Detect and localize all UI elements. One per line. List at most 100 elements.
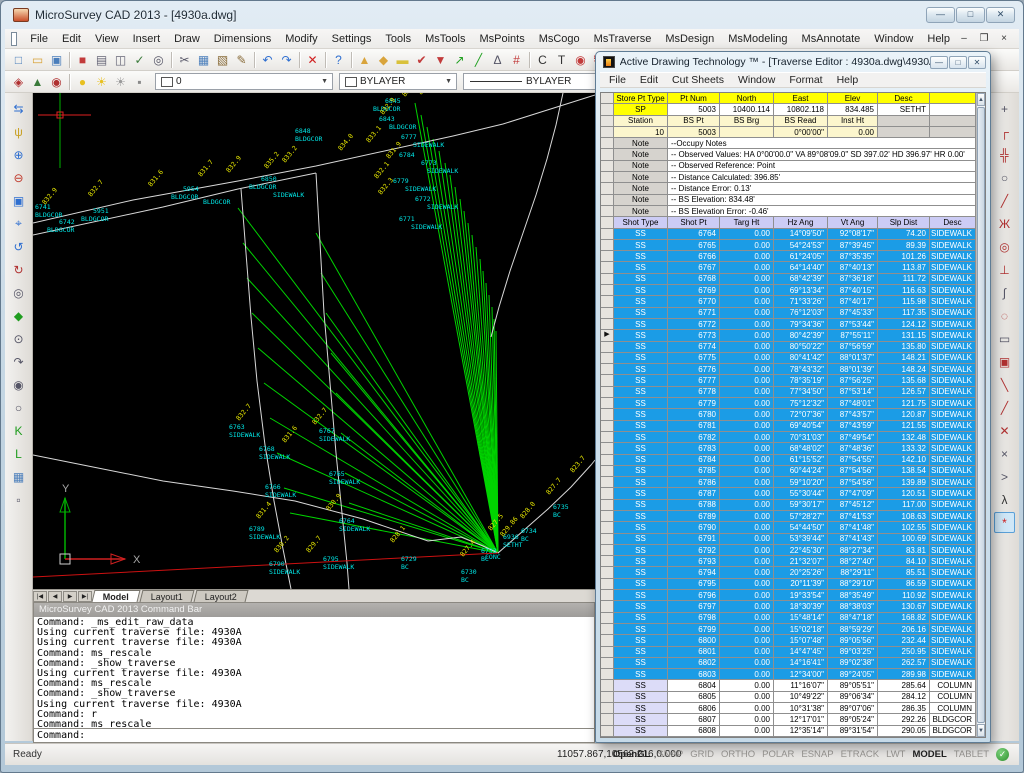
table-cell[interactable]: 6804 <box>668 680 720 691</box>
table-cell[interactable]: SS <box>614 477 668 488</box>
table-cell[interactable]: 88°29'10" <box>828 579 878 590</box>
table-cell[interactable]: SS <box>614 251 668 262</box>
table-cell[interactable]: Slp Dist <box>878 217 930 228</box>
erase-icon[interactable]: ✕ <box>303 50 322 69</box>
new-file-icon[interactable]: □ <box>9 50 28 69</box>
status-toggle-snap[interactable]: SNAP <box>657 749 683 760</box>
table-cell[interactable]: SS <box>614 613 668 624</box>
table-cell[interactable]: 10°49'22" <box>774 692 828 703</box>
ms-view-manager-icon[interactable]: ◈ <box>9 72 28 91</box>
table-cell[interactable]: 206.16 <box>878 624 930 635</box>
table-cell[interactable]: 6789 <box>668 511 720 522</box>
ms-store-point-icon[interactable]: ◆ <box>374 50 393 69</box>
ms-points-icon[interactable]: # <box>507 50 526 69</box>
pan-realtime-icon[interactable]: ⇆ <box>8 98 29 119</box>
table-cell[interactable]: 6806 <box>668 703 720 714</box>
table-cell[interactable]: 120.51 <box>878 488 930 499</box>
table-cell[interactable]: 20°11'39" <box>774 579 828 590</box>
table-cell[interactable]: 0.00 <box>720 500 774 511</box>
table-cell[interactable]: SS <box>614 443 668 454</box>
table-cell[interactable]: SIDEWALK <box>930 545 976 556</box>
row-selector[interactable] <box>601 104 614 115</box>
table-cell[interactable]: 121.55 <box>878 421 930 432</box>
table-cell[interactable]: 0.00 <box>720 443 774 454</box>
status-toggle-lwt[interactable]: LWT <box>886 749 905 760</box>
table-cell[interactable]: SIDEWALK <box>930 229 976 240</box>
table-cell[interactable]: SS <box>614 364 668 375</box>
ms-sideshot-icon[interactable]: ╱ <box>469 50 488 69</box>
camera-view-icon[interactable]: ⊙ <box>8 328 29 349</box>
table-cell[interactable]: SS <box>614 545 668 556</box>
note-text[interactable]: --Occupy Notes <box>668 138 976 149</box>
table-cell[interactable]: SIDEWALK <box>930 364 976 375</box>
table-cell[interactable]: 87°41'53" <box>828 511 878 522</box>
table-cell[interactable]: SIDEWALK <box>930 398 976 409</box>
table-cell[interactable]: 168.82 <box>878 613 930 624</box>
table-cell[interactable]: 87°55'11" <box>828 330 878 341</box>
table-cell[interactable]: 64°14'40" <box>774 262 828 273</box>
table-cell[interactable]: SS <box>614 342 668 353</box>
table-cell[interactable]: 6786 <box>668 477 720 488</box>
table-cell[interactable]: 87°54'56" <box>828 477 878 488</box>
table-cell[interactable]: 6778 <box>668 387 720 398</box>
table-cell[interactable]: 87°56'59" <box>828 342 878 353</box>
zoom-in-icon[interactable]: ⊕ <box>8 144 29 165</box>
traverse-minimize-button[interactable]: — <box>930 56 948 69</box>
table-cell[interactable]: 6780 <box>668 409 720 420</box>
table-cell[interactable]: SIDEWALK <box>930 432 976 443</box>
command-history[interactable]: Command: _ms_edit_raw_dataUsing current … <box>34 617 594 729</box>
table-cell[interactable]: 6764 <box>668 229 720 240</box>
table-grid-icon[interactable]: ▦ <box>8 466 29 487</box>
table-cell[interactable]: SIDEWALK <box>930 330 976 341</box>
table-cell[interactable]: Inst Ht <box>828 116 878 127</box>
note-text[interactable]: -- BS Elevation Error: -0.46' <box>668 206 976 217</box>
point-in-box-icon[interactable]: ▣ <box>994 351 1015 372</box>
traverse-menu-cut-sheets[interactable]: Cut Sheets <box>665 74 731 86</box>
row-selector[interactable] <box>601 590 614 601</box>
table-cell[interactable]: 0.00 <box>720 466 774 477</box>
menu-view[interactable]: View <box>88 31 126 47</box>
table-cell[interactable]: SIDEWALK <box>930 375 976 386</box>
table-cell[interactable]: 0.00 <box>720 692 774 703</box>
circle-dashed-icon[interactable]: ◌ <box>994 305 1015 326</box>
ms-snap-settings-icon[interactable]: ▲ <box>28 72 47 91</box>
table-cell[interactable]: 89°05'56" <box>828 635 878 646</box>
table-cell[interactable]: 111.72 <box>878 274 930 285</box>
table-cell[interactable]: 289.98 <box>878 669 930 680</box>
table-cell[interactable]: SIDEWALK <box>930 601 976 612</box>
table-cell[interactable]: 88°27'40" <box>828 556 878 567</box>
row-selector[interactable] <box>601 579 614 590</box>
traverse-menu-file[interactable]: File <box>602 74 633 86</box>
table-cell[interactable]: 132.48 <box>878 432 930 443</box>
table-cell[interactable]: 87°53'44" <box>828 319 878 330</box>
table-cell[interactable]: 79°34'36" <box>774 319 828 330</box>
undo-icon[interactable]: ↶ <box>258 50 277 69</box>
status-toggle-esnap[interactable]: ESNAP <box>801 749 833 760</box>
table-cell[interactable]: SIDEWALK <box>930 579 976 590</box>
first-layout-button[interactable]: |◀ <box>33 591 47 602</box>
table-cell[interactable]: 89°24'05" <box>828 669 878 680</box>
line-point-icon[interactable]: ╱ <box>994 190 1015 211</box>
row-selector[interactable] <box>601 342 614 353</box>
row-selector[interactable] <box>601 432 614 443</box>
table-cell[interactable]: Note <box>614 206 668 217</box>
table-cell[interactable]: 285.64 <box>878 680 930 691</box>
menu-mscogo[interactable]: MsCogo <box>532 31 587 47</box>
table-cell[interactable] <box>878 116 930 127</box>
row-selector[interactable] <box>601 195 614 206</box>
row-selector[interactable] <box>601 364 614 375</box>
table-cell[interactable] <box>878 127 930 138</box>
row-selector[interactable] <box>601 149 614 160</box>
note-text[interactable]: -- Distance Error: 0.13' <box>668 183 976 194</box>
table-cell[interactable]: 0.00 <box>720 534 774 545</box>
menu-mstools[interactable]: MsTools <box>418 31 472 47</box>
table-cell[interactable]: 6767 <box>668 262 720 273</box>
row-selector[interactable] <box>601 398 614 409</box>
table-cell[interactable]: SIDEWALK <box>930 421 976 432</box>
row-selector[interactable] <box>601 567 614 578</box>
table-cell[interactable]: 0.00 <box>720 330 774 341</box>
table-cell[interactable]: 120.87 <box>878 409 930 420</box>
table-cell[interactable]: 126.57 <box>878 387 930 398</box>
find-icon[interactable]: ◎ <box>149 50 168 69</box>
table-cell[interactable]: 6766 <box>668 251 720 262</box>
